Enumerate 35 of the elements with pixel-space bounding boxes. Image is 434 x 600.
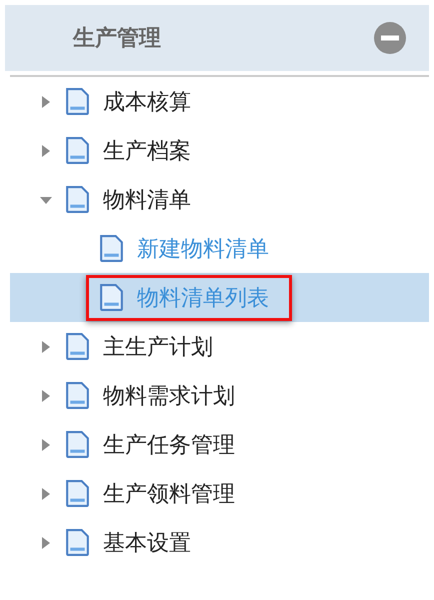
document-icon xyxy=(99,234,124,263)
tree-item[interactable]: 生产任务管理 xyxy=(10,420,429,469)
document-icon xyxy=(65,87,90,116)
tree-item[interactable]: 生产领料管理 xyxy=(10,469,429,518)
tree-item[interactable]: 成本核算 xyxy=(10,77,429,126)
tree-item-label: 生产领料管理 xyxy=(103,480,235,508)
tree-item-label: 基本设置 xyxy=(103,530,191,558)
tree-item[interactable]: 物料需求计划 xyxy=(10,371,429,420)
panel-title: 生产管理 xyxy=(73,25,161,53)
expand-arrow-icon[interactable] xyxy=(40,438,52,450)
tree-item-label: 生产任务管理 xyxy=(103,432,235,460)
tree-item-label: 成本核算 xyxy=(103,88,191,116)
tree-item-label: 生产档案 xyxy=(103,138,191,166)
document-icon xyxy=(65,381,90,410)
expand-arrow-icon[interactable] xyxy=(40,144,52,156)
collapse-icon[interactable] xyxy=(373,21,407,55)
tree-item[interactable]: 生产档案 xyxy=(10,126,429,175)
document-icon xyxy=(65,528,90,557)
tree-item-label: 主生产计划 xyxy=(103,334,213,362)
document-icon xyxy=(65,332,90,361)
expand-arrow-icon[interactable] xyxy=(40,536,52,548)
tree-item-label: 物料需求计划 xyxy=(103,382,235,410)
tree-item[interactable]: 物料清单 xyxy=(10,175,429,224)
expand-arrow-icon[interactable] xyxy=(40,96,52,108)
document-icon xyxy=(65,430,90,459)
document-icon xyxy=(65,185,90,214)
document-icon xyxy=(65,479,90,508)
tree-item[interactable]: 主生产计划 xyxy=(10,322,429,371)
document-icon xyxy=(99,283,124,312)
tree-item-label: 物料清单 xyxy=(103,186,191,214)
tree-item[interactable]: 基本设置 xyxy=(10,518,429,567)
document-icon xyxy=(65,136,90,165)
expand-arrow-icon[interactable] xyxy=(40,488,52,500)
expand-arrow-icon[interactable] xyxy=(40,340,52,352)
expand-arrow-icon[interactable] xyxy=(40,390,52,402)
